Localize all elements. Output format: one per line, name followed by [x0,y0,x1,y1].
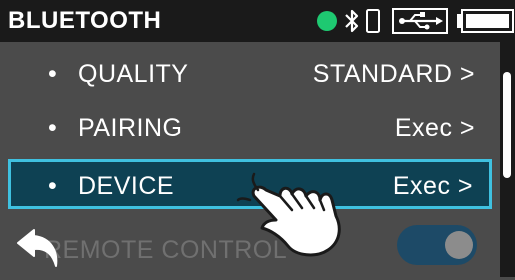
menu-item-label: QUALITY [78,60,189,88]
bullet: • [48,172,58,200]
battery-icon [457,9,514,33]
menu-item-label: DEVICE [78,172,175,200]
usb-icon [392,8,448,34]
bullet: • [48,114,58,142]
phone-icon [366,9,380,33]
hand-pointer-icon [236,172,341,257]
connection-dot-icon [317,11,337,31]
toggle-knob [445,231,473,259]
menu-item-pairing[interactable]: • PAIRING Exec > [0,100,500,156]
menu-item-quality[interactable]: • QUALITY STANDARD > [0,46,500,102]
remote-control-toggle[interactable] [397,225,477,265]
bluetooth-icon [345,9,359,33]
menu-item-label: PAIRING [78,114,183,142]
menu-item-value: Exec > [392,172,473,200]
menu-item-value: STANDARD > [312,60,475,88]
back-arrow-icon[interactable] [14,226,64,270]
status-icons [0,0,515,42]
bullet: • [48,60,58,88]
header-bar: BLUETOOTH [0,0,515,42]
scrollbar-thumb[interactable] [503,72,511,178]
menu-item-value: Exec > [394,114,475,142]
